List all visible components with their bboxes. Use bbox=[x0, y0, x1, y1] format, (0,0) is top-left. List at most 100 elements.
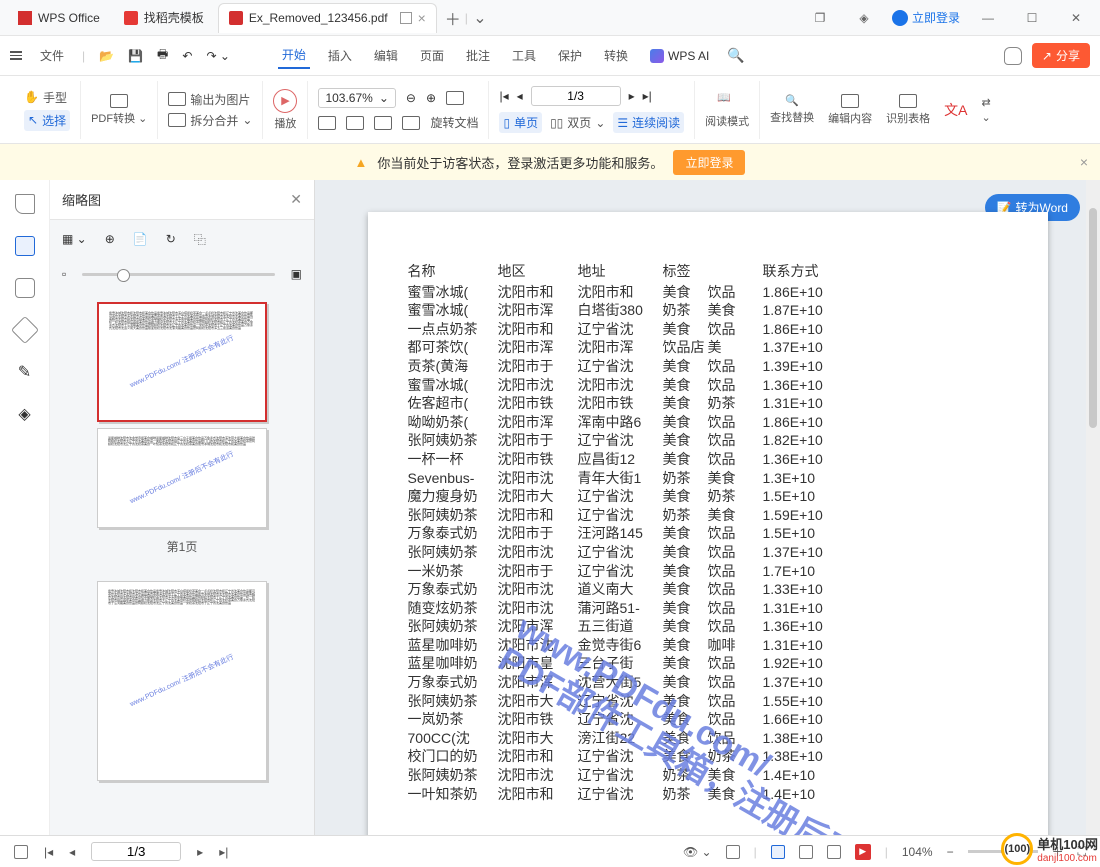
actual-size-icon[interactable] bbox=[374, 116, 392, 130]
thumbnail-page-2[interactable]: 蜜雪冰城沈阳市和沈阳市和美食饮品蜜雪冰城沈阳市浑白塔街奶茶美食一点点奶沈阳市和辽… bbox=[97, 581, 267, 781]
continuous-read[interactable]: ☰ 连续阅读 bbox=[613, 112, 684, 133]
select-tool[interactable]: ↖ 选择 bbox=[24, 110, 70, 131]
open-icon[interactable]: 📂 bbox=[99, 49, 114, 63]
menu-insert[interactable]: 插入 bbox=[324, 43, 356, 68]
search-icon[interactable]: 🔍 bbox=[727, 47, 744, 64]
find-replace[interactable]: 🔍查找替换 bbox=[770, 94, 814, 125]
menu-tools[interactable]: 工具 bbox=[508, 43, 540, 68]
thumbnail-page-1[interactable]: 蜜雪冰城沈阳市和沈阳市和美食饮品蜜雪冰城沈阳市浑白塔街奶茶美食一点点奶沈阳市和辽… bbox=[97, 302, 267, 422]
hand-tool[interactable]: ✋ 手型 bbox=[24, 89, 70, 106]
menu-wps-ai[interactable]: WPS AI bbox=[646, 45, 713, 67]
fit-icon[interactable] bbox=[402, 116, 420, 130]
minimize-button[interactable]: — bbox=[972, 6, 1004, 30]
tab-document[interactable]: Ex_Removed_123456.pdf × bbox=[218, 3, 437, 33]
menu-edit[interactable]: 编辑 bbox=[370, 43, 402, 68]
thumb-size-slider[interactable] bbox=[82, 273, 274, 276]
single-page[interactable]: ▯ 单页 bbox=[499, 112, 542, 133]
window-copy-icon[interactable]: ❐ bbox=[804, 6, 836, 30]
bookmark-icon[interactable] bbox=[15, 194, 35, 214]
comments-icon[interactable] bbox=[15, 278, 35, 298]
sb-prev-icon[interactable]: ◂ bbox=[69, 845, 75, 859]
pdf-convert[interactable]: PDF转换 ⌄ bbox=[91, 94, 147, 126]
menu-hamburger-icon[interactable] bbox=[10, 51, 22, 60]
print-icon[interactable]: 🖶 bbox=[157, 45, 168, 66]
grid-icon[interactable]: ▦ ⌄ bbox=[62, 232, 87, 246]
sb-last-icon[interactable]: ▸| bbox=[219, 845, 228, 859]
zoom-combo[interactable]: 103.67% ⌄ bbox=[318, 88, 395, 108]
play-button[interactable]: ▶播放 bbox=[273, 89, 297, 131]
menu-protect[interactable]: 保护 bbox=[554, 43, 586, 68]
zoom-out-icon[interactable]: ⊖ bbox=[406, 91, 416, 105]
output-image[interactable]: 输出为图片 bbox=[168, 91, 252, 108]
thumbnails-icon[interactable] bbox=[15, 236, 35, 256]
last-page-icon[interactable]: ▸| bbox=[643, 89, 652, 103]
read-mode[interactable]: 📖阅读模式 bbox=[705, 91, 749, 129]
sb-page-input[interactable] bbox=[91, 842, 181, 861]
first-page-icon[interactable]: |◂ bbox=[499, 89, 508, 103]
share-button[interactable]: ↗ 分享 bbox=[1032, 43, 1090, 68]
tab-menu-button[interactable]: ⌄ bbox=[468, 6, 492, 30]
split-merge[interactable]: 拆分合并 ⌄ bbox=[168, 112, 252, 129]
close-tab-icon[interactable]: × bbox=[418, 10, 426, 26]
page-input[interactable] bbox=[531, 86, 621, 106]
copy-icon[interactable]: ⿻ bbox=[194, 231, 206, 248]
sidebar-toggle-icon[interactable] bbox=[14, 845, 28, 859]
menu-start[interactable]: 开始 bbox=[278, 42, 310, 69]
pdf-page-1: 名称 地区 地址 标签 联系方式 蜜雪冰城(沈阳市和沈阳市和美食饮品1.86E+… bbox=[368, 212, 1048, 835]
close-button[interactable]: ✕ bbox=[1060, 6, 1092, 30]
new-tab-button[interactable]: ＋ bbox=[441, 6, 465, 30]
add-page-icon[interactable]: ⊕ bbox=[105, 232, 115, 246]
detach-icon[interactable] bbox=[400, 12, 412, 24]
file-menu[interactable]: 文件 bbox=[36, 43, 68, 68]
login-button[interactable]: 立即登录 bbox=[892, 9, 960, 26]
sb-view1-icon[interactable] bbox=[726, 845, 740, 859]
signature-icon[interactable]: ✎ bbox=[18, 362, 31, 382]
cube-icon[interactable]: ◈ bbox=[848, 6, 880, 30]
thumb-small-icon[interactable]: ▫ bbox=[62, 267, 66, 281]
thumbnail-page-1b[interactable]: 蓝星咖啡沈阳市沈金觉寺街美食咖啡蓝星咖啡沈阳市皇三台子街美食饮品万象泰式沈阳市浑… bbox=[97, 428, 267, 528]
rotate-doc[interactable]: 旋转文档 bbox=[430, 114, 478, 131]
thumb-large-icon[interactable]: ▣ bbox=[291, 267, 302, 281]
rotate-thumb-icon[interactable]: ↻ bbox=[166, 232, 176, 246]
notice-login-button[interactable]: 立即登录 bbox=[673, 150, 745, 175]
sb-first-icon[interactable]: |◂ bbox=[44, 845, 53, 859]
snapshot-icon[interactable] bbox=[446, 91, 464, 105]
recognize-table[interactable]: 识别表格 bbox=[886, 94, 930, 126]
sb-view4-icon[interactable] bbox=[827, 845, 841, 859]
undo-icon[interactable]: ↶ bbox=[182, 49, 192, 63]
menu-comment[interactable]: 批注 bbox=[462, 43, 494, 68]
notice-close-icon[interactable]: × bbox=[1080, 154, 1088, 170]
fit-page-icon[interactable] bbox=[346, 116, 364, 130]
edit-content[interactable]: 编辑内容 bbox=[828, 94, 872, 126]
sb-zoom-out-icon[interactable]: − bbox=[947, 845, 954, 859]
maximize-button[interactable]: ☐ bbox=[1016, 6, 1048, 30]
sb-view3-icon[interactable] bbox=[799, 845, 813, 859]
zoom-in-icon[interactable]: ⊕ bbox=[426, 91, 436, 105]
double-page[interactable]: ▯▯ 双页 ⌄ bbox=[550, 114, 605, 131]
sb-next-icon[interactable]: ▸ bbox=[197, 845, 203, 859]
cloud-icon[interactable] bbox=[1004, 47, 1022, 65]
redo-icon[interactable]: ↷ ⌄ bbox=[206, 49, 229, 63]
text-tool[interactable]: 文A bbox=[944, 100, 967, 120]
table-row: 一杯一杯沈阳市铁应昌街12美食饮品1.36E+10 bbox=[408, 450, 1008, 469]
layers-icon[interactable]: ◈ bbox=[18, 404, 30, 424]
menu-page[interactable]: 页面 bbox=[416, 43, 448, 68]
document-area[interactable]: 📝 转为Word 名称 地区 地址 标签 联系方式 蜜雪冰城(沈阳市和沈阳市和美… bbox=[315, 180, 1100, 835]
sb-play-icon[interactable]: ▶ bbox=[855, 844, 871, 860]
close-panel-icon[interactable]: ✕ bbox=[290, 191, 302, 208]
fit-width-icon[interactable] bbox=[318, 116, 336, 130]
status-bar: |◂ ◂ ▸ ▸| 👁 ⌄ | ▶ | 104% − ＋ ⛶ (100) 单机1… bbox=[0, 835, 1100, 867]
sb-eye-icon[interactable]: 👁 ⌄ bbox=[683, 845, 712, 859]
extract-icon[interactable]: 📄 bbox=[133, 232, 148, 246]
sb-view2-icon[interactable] bbox=[771, 845, 785, 859]
more-tool[interactable]: ⇄⌄ bbox=[982, 96, 991, 124]
attachments-icon[interactable] bbox=[10, 316, 38, 344]
next-page-icon[interactable]: ▸ bbox=[629, 89, 635, 103]
vertical-scrollbar[interactable] bbox=[1086, 180, 1100, 835]
tab-app[interactable]: WPS Office bbox=[8, 3, 110, 33]
tab-template[interactable]: 找稻壳模板 bbox=[114, 3, 214, 33]
prev-page-icon[interactable]: ◂ bbox=[517, 89, 523, 103]
save-icon[interactable]: 💾 bbox=[128, 49, 143, 63]
menu-convert[interactable]: 转换 bbox=[600, 43, 632, 68]
header-spacer bbox=[708, 262, 763, 281]
